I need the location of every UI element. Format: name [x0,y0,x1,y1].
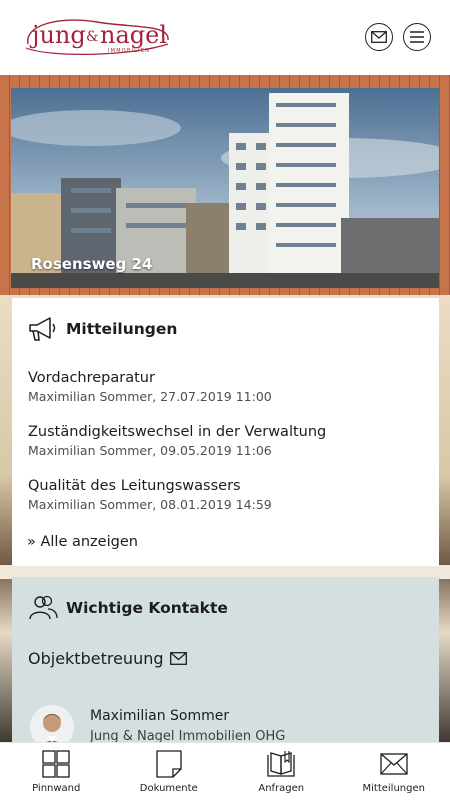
message-meta: Maximilian Sommer, 09.05.2019 11:06 [28,443,272,458]
document-icon [156,750,182,778]
svg-text:nagel: nagel [100,21,167,49]
brand-logo[interactable]: jung & nagel IMMOBILIEN [22,14,172,60]
message-item[interactable]: Vordachreparatur Maximilian Sommer, 27.0… [28,370,272,404]
messages-card-header: Mitteilungen [28,316,177,342]
message-meta: Maximilian Sommer, 08.01.2019 14:59 [28,497,272,512]
envelope-icon [380,753,408,775]
nav-label: Mitteilungen [362,783,425,794]
message-title: Qualität des Leitungswassers [28,478,241,494]
nav-label: Dokumente [139,783,198,794]
contact-name: Maximilian Sommer [90,708,230,724]
app-header: jung & nagel IMMOBILIEN [0,0,450,75]
mail-icon [371,31,387,43]
envelope-icon[interactable] [169,652,187,665]
message-meta: Maximilian Sommer, 27.07.2019 11:00 [28,389,272,404]
book-icon [267,751,295,777]
property-title: Rosensweg 24 [31,255,153,273]
contacts-card-header: Wichtige Kontakte [28,595,228,621]
svg-text:jung: jung [29,21,86,49]
object-management-heading[interactable]: Objektbetreuung [28,649,187,668]
message-title: Zuständigkeitswechsel in der Verwaltung [28,424,327,440]
messages-card-title: Mitteilungen [66,320,178,338]
svg-text:&: & [86,29,98,45]
nav-label: Pinnwand [32,783,81,794]
nav-dokumente[interactable]: Dokumente [113,743,226,800]
property-hero-image[interactable]: Rosensweg 24 [11,88,439,288]
nav-anfragen[interactable]: Anfragen [225,743,338,800]
mail-button[interactable] [365,23,393,51]
megaphone-icon [29,317,56,341]
object-management-label: Objektbetreuung [28,649,164,668]
nav-label: Anfragen [258,783,305,794]
people-icon [29,595,58,620]
messages-card: Mitteilungen Vordachreparatur Maximilian… [12,298,439,566]
svg-text:IMMOBILIEN: IMMOBILIEN [108,48,150,54]
menu-button[interactable] [403,23,431,51]
message-title: Vordachreparatur [28,370,155,386]
bottom-navigation: Pinnwand Dokumente Anfragen Mitteilungen [0,742,450,800]
contacts-card: Wichtige Kontakte Objektbetreuung Maximi… [12,577,439,749]
message-item[interactable]: Qualität des Leitungswassers Maximilian … [28,478,272,512]
contacts-card-title: Wichtige Kontakte [66,599,228,617]
grid-icon [42,750,70,778]
show-all-link[interactable]: » Alle anzeigen [27,534,138,550]
message-item[interactable]: Zuständigkeitswechsel in der Verwaltung … [28,424,326,458]
nav-pinnwand[interactable]: Pinnwand [0,743,113,800]
menu-icon [410,31,424,43]
nav-mitteilungen[interactable]: Mitteilungen [338,743,450,800]
